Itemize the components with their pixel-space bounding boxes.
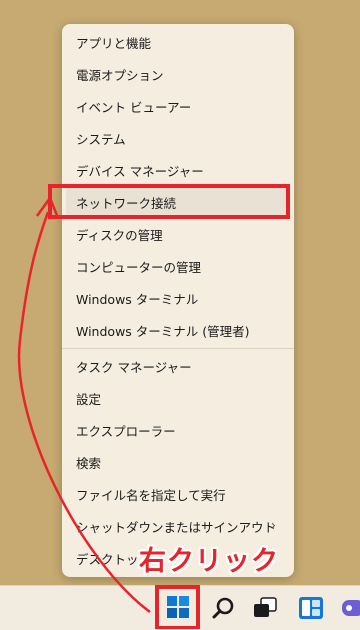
- menu-item-settings[interactable]: 設定: [66, 383, 290, 413]
- menu-item-label: 電源オプション: [76, 67, 164, 83]
- menu-item-device-manager[interactable]: デバイス マネージャー: [66, 155, 290, 185]
- menu-item-label: ディスクの管理: [76, 227, 163, 243]
- menu-item-label: コンピューターの管理: [76, 259, 202, 275]
- menu-item-search[interactable]: 検索: [66, 447, 290, 477]
- menu-item-label: システム: [76, 131, 126, 147]
- menu-item-label: アプリと機能: [76, 35, 152, 51]
- menu-item-windows-terminal[interactable]: Windows ターミナル: [66, 283, 290, 313]
- menu-item-label: Windows ターミナル (管理者): [76, 323, 250, 339]
- menu-item-file-explorer[interactable]: エクスプローラー: [66, 415, 290, 445]
- menu-item-computer-management[interactable]: コンピューターの管理: [66, 251, 290, 281]
- menu-item-shutdown-signout[interactable]: シャットダウンまたはサインアウト ›: [66, 511, 290, 541]
- menu-item-run[interactable]: ファイル名を指定して実行: [66, 479, 290, 509]
- chat-icon[interactable]: [340, 595, 360, 621]
- menu-item-label: エクスプローラー: [76, 423, 176, 439]
- task-view-icon[interactable]: [252, 596, 278, 620]
- winx-context-menu: アプリと機能 電源オプション イベント ビューアー システム デバイス マネージ…: [62, 24, 294, 577]
- menu-item-apps-features[interactable]: アプリと機能: [66, 27, 290, 57]
- menu-item-label: ファイル名を指定して実行: [76, 487, 226, 503]
- widgets-icon[interactable]: [298, 595, 324, 621]
- start-icon[interactable]: [166, 595, 190, 619]
- search-icon[interactable]: [212, 596, 236, 620]
- menu-item-label: シャットダウンまたはサインアウト: [76, 519, 277, 535]
- menu-item-label: Windows ターミナル: [76, 291, 199, 307]
- menu-item-windows-terminal-admin[interactable]: Windows ターミナル (管理者): [66, 315, 290, 345]
- menu-item-label: 設定: [76, 391, 102, 407]
- menu-item-event-viewer[interactable]: イベント ビューアー: [66, 91, 290, 121]
- menu-item-label: ネットワーク接続: [76, 195, 177, 211]
- menu-item-network-connections[interactable]: ネットワーク接続: [66, 187, 290, 217]
- menu-item-disk-management[interactable]: ディスクの管理: [66, 219, 290, 249]
- menu-item-label: タスク マネージャー: [76, 359, 192, 375]
- menu-item-system[interactable]: システム: [66, 123, 290, 153]
- chevron-right-icon: ›: [270, 518, 276, 534]
- taskbar: [0, 585, 360, 630]
- menu-item-task-manager[interactable]: タスク マネージャー: [66, 351, 290, 381]
- menu-separator: [62, 348, 294, 349]
- menu-item-power-options[interactable]: 電源オプション: [66, 59, 290, 89]
- menu-item-label: デバイス マネージャー: [76, 163, 204, 179]
- arrow-head: [35, 196, 60, 219]
- menu-item-label: イベント ビューアー: [76, 99, 192, 115]
- right-click-callout: 右クリック: [139, 546, 279, 577]
- menu-item-label: 検索: [76, 455, 102, 471]
